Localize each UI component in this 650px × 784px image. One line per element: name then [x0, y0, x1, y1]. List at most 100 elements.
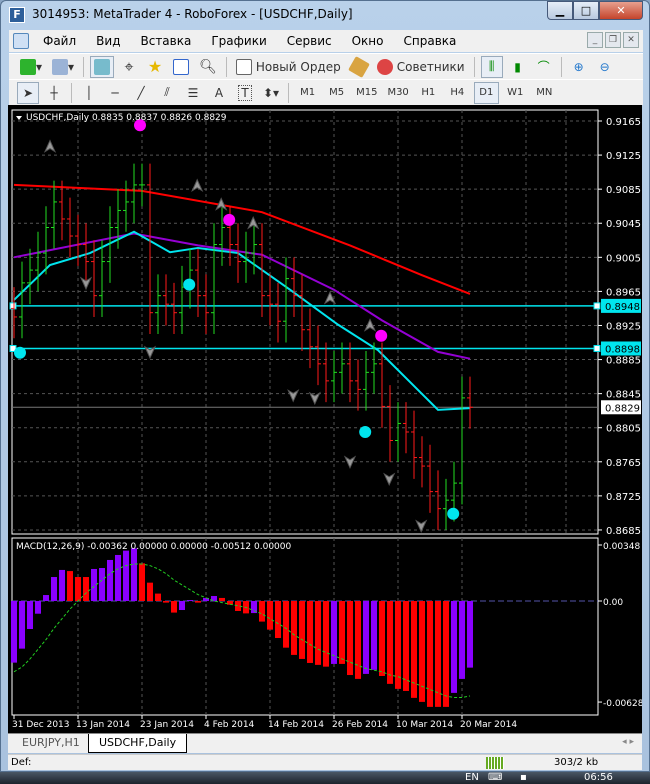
tab-eurjpy-h1[interactable]: EURJPY,H1 [12, 734, 90, 753]
expert-advisors-button[interactable]: Советники [374, 56, 468, 78]
navigator-button[interactable]: ⌖ [118, 56, 140, 78]
language-indicator[interactable]: EN [465, 772, 479, 783]
candlestick-button[interactable]: ▮ [507, 56, 529, 78]
plus-icon [20, 58, 36, 75]
timeframe-m1[interactable]: M1 [295, 82, 320, 104]
zoom-out-button[interactable]: ⊖ [594, 56, 616, 78]
macd-histogram-bar [435, 601, 441, 707]
chart-header: USDCHF,Daily 0.8835 0.8837 0.8826 0.8829 [26, 113, 227, 123]
fractal-down-arrow-icon [415, 519, 428, 533]
macd-histogram-bar [83, 577, 89, 601]
horizontal-line-button[interactable]: ─ [104, 82, 126, 104]
macd-header: MACD(12,26,9) -0.00362 0.00000 0.00000 -… [16, 542, 292, 552]
tab-usdchf-daily[interactable]: USDCHF,Daily [88, 734, 188, 753]
maximize-button[interactable]: □ [573, 1, 599, 20]
bar-chart-button[interactable]: ⫼ [480, 55, 503, 78]
text-label-button[interactable]: T [234, 82, 256, 104]
title-bar: F 3014953: MetaTrader 4 - RoboForex - [U… [1, 1, 649, 29]
cyan-signal-dot [14, 346, 26, 359]
arrows-button[interactable]: ⬍▾ [260, 82, 282, 104]
zoom-in-button[interactable]: ⊕ [568, 56, 590, 78]
menu-tools[interactable]: Сервис [277, 34, 342, 48]
mdi-restore-button[interactable]: ❐ [605, 32, 621, 48]
macd-histogram-bar [115, 554, 121, 601]
fractal-down-arrow-icon [343, 455, 357, 470]
line-chart-button[interactable]: ⌒ [533, 56, 555, 78]
timeframe-h4[interactable]: H4 [445, 82, 470, 104]
crosshair-button[interactable]: ┼ [43, 82, 65, 104]
network-icon: ▪ [520, 772, 527, 783]
new-order-button[interactable]: Новый Ордер [233, 56, 344, 78]
macd-histogram-bar [43, 595, 49, 601]
macd-histogram-bar [307, 601, 313, 663]
ohlc-bar [371, 342, 377, 394]
price-tick-label: 0.8885 [606, 356, 641, 367]
editor-icon [347, 55, 370, 78]
app-icon: F [9, 7, 25, 23]
trendline-icon: ╱ [137, 85, 145, 100]
tester-button[interactable]: 🔍︎ [196, 56, 220, 78]
mdi-close-button[interactable]: ✕ [623, 32, 639, 48]
timeframe-w1[interactable]: W1 [503, 82, 528, 104]
chart-window[interactable]: 0.9165 0.9125 0.9085 0.9045 0.9005 0.8965 0.89… [8, 105, 642, 733]
timeframe-h1[interactable]: H1 [416, 82, 441, 104]
menu-help[interactable]: Справка [394, 34, 467, 48]
macd-histogram-bar [51, 577, 57, 601]
macd-histogram-bar [195, 601, 201, 603]
fractal-up-arrow-icon [43, 139, 57, 153]
macd-histogram-bar [123, 550, 129, 601]
menu-window[interactable]: Окно [342, 34, 394, 48]
macd-histogram-bar [347, 601, 353, 676]
text-label-icon: T [238, 84, 252, 101]
equidistant-channel-button[interactable]: ⫽ [156, 82, 178, 104]
favorites-button[interactable]: ★ [144, 56, 166, 78]
timeframe-m5[interactable]: M5 [324, 82, 349, 104]
trendline-button[interactable]: ╱ [130, 82, 152, 104]
price-tick-label: 0.8965 [606, 287, 641, 298]
macd-histogram-bar [371, 601, 377, 670]
experts-label: Советники [396, 59, 465, 74]
slow-ma-line [13, 183, 471, 295]
line-handle [593, 302, 601, 310]
timeframe-mn[interactable]: MN [532, 82, 557, 104]
close-button[interactable]: ✕ [599, 1, 643, 20]
ohlc-bar [123, 180, 129, 232]
macd-histogram-bar [283, 601, 289, 648]
timeframe-m30[interactable]: M30 [384, 82, 411, 104]
metaeditor-button[interactable] [347, 55, 370, 78]
minimize-button[interactable]: ▁ [547, 1, 573, 20]
macd-histogram-bar [131, 548, 137, 601]
vertical-line-icon: │ [85, 85, 93, 100]
profiles-button[interactable]: ▾ [49, 56, 77, 78]
macd-histogram-bar [155, 593, 161, 601]
market-watch-button[interactable] [90, 55, 115, 78]
menu-charts[interactable]: Графики [201, 34, 276, 48]
ohlc-bar [43, 206, 49, 275]
cursor-button[interactable]: ➤ [17, 81, 39, 104]
fibonacci-button[interactable]: ☰ [182, 82, 204, 104]
market-watch-icon [94, 58, 111, 75]
vertical-line-button[interactable]: │ [78, 82, 100, 104]
new-order-icon [235, 58, 252, 75]
mdi-minimize-button[interactable]: _ [587, 32, 603, 48]
timeframe-m15[interactable]: M15 [353, 82, 380, 104]
menu-insert[interactable]: Вставка [130, 34, 201, 48]
tab-scroll-arrows-icon[interactable]: ◂ ▸ [622, 737, 634, 747]
timeframe-d1[interactable]: D1 [473, 81, 499, 104]
ohlc-bar [51, 180, 57, 249]
menu-view[interactable]: Вид [86, 34, 130, 48]
macd-tick-label: 0.00 [603, 598, 623, 608]
new-chart-button[interactable]: ▾ [17, 56, 45, 78]
menu-file[interactable]: Файл [33, 34, 86, 48]
terminal-button[interactable] [170, 56, 192, 78]
macd-histogram-bar [379, 601, 385, 676]
macd-histogram-bar [99, 568, 105, 601]
menu-bar: Файл Вид Вставка Графики Сервис Окно Спр… [9, 30, 643, 52]
text-button[interactable]: A [208, 82, 230, 104]
chart-doc-icon[interactable] [13, 33, 29, 49]
standard-toolbar: ▾ ▾ ⌖ ★ 🔍︎ Новый Ордер Советники ⫼ ▮ ⌒ ⊕… [9, 53, 643, 79]
price-tick-label: 0.9125 [606, 151, 641, 162]
date-label: 20 Mar 2014 [460, 720, 517, 730]
ohlc-bar [155, 274, 161, 334]
clock: 06:56 [584, 772, 613, 783]
